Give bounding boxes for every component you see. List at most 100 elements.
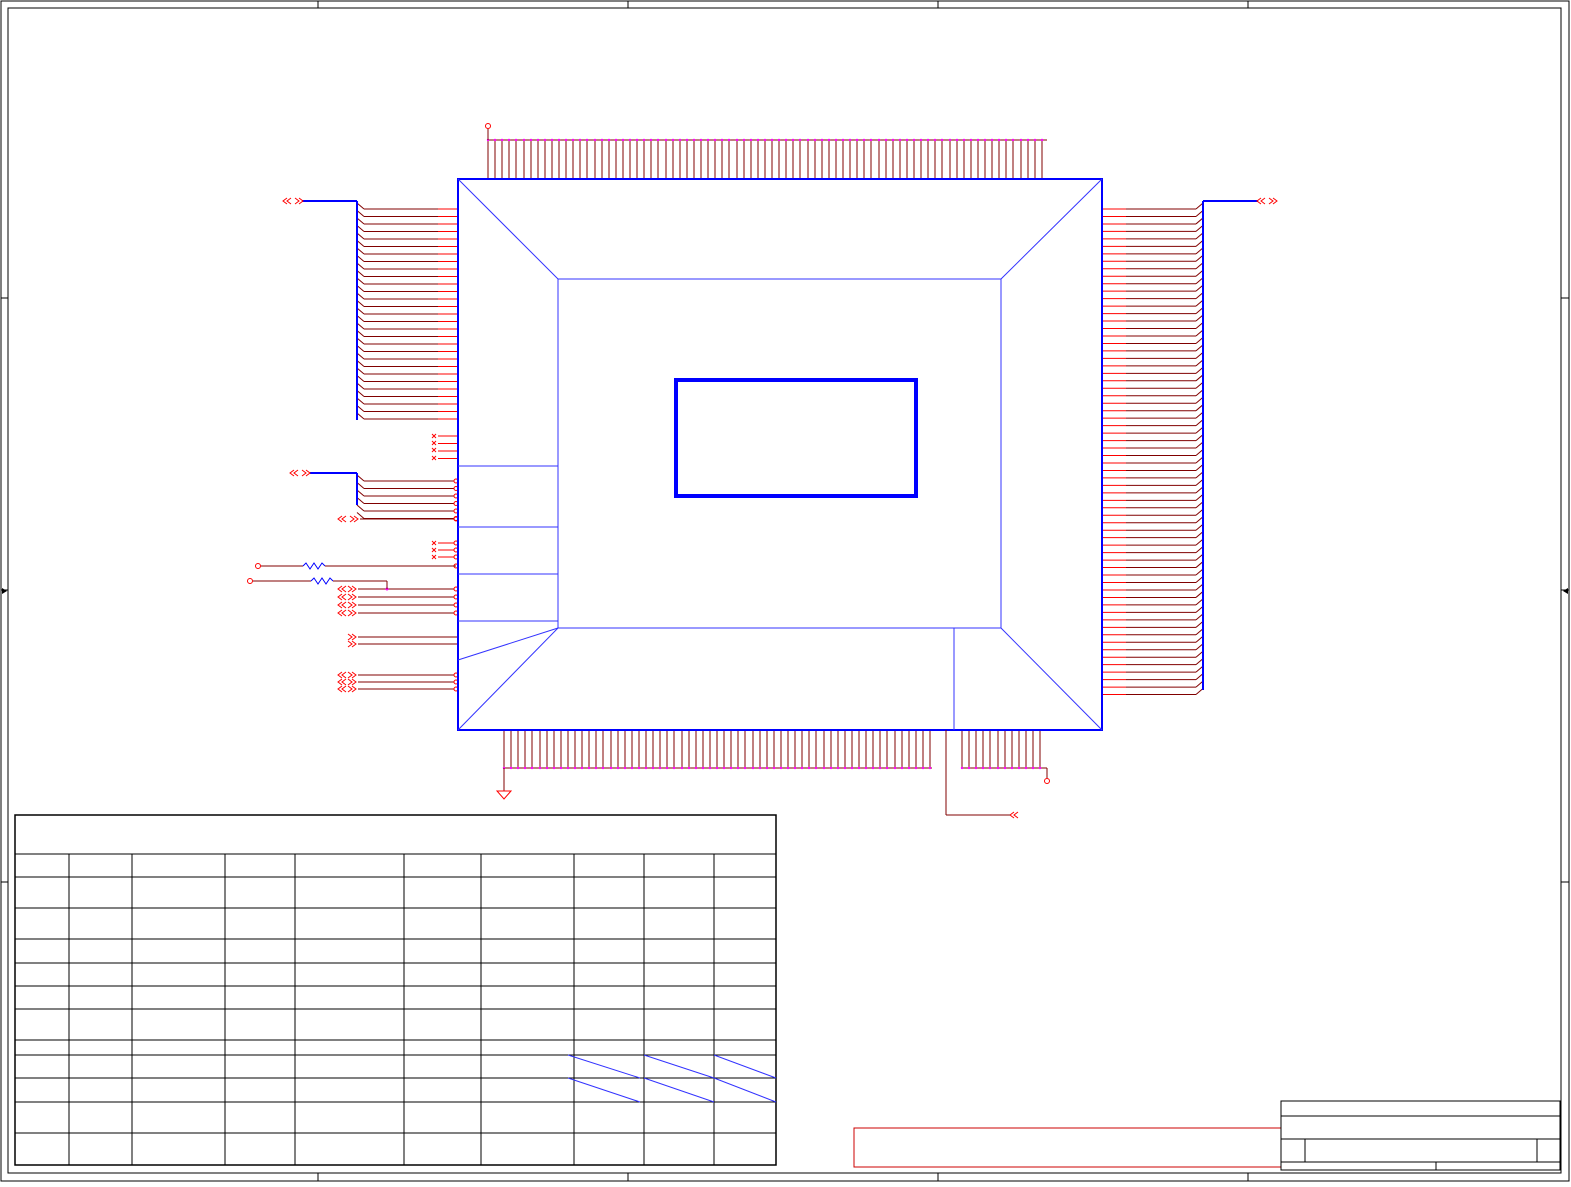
- bus-entry: [356, 330, 365, 337]
- pin-dot: [600, 138, 604, 142]
- bus-entry: [1195, 643, 1204, 651]
- bus-entry: [356, 474, 365, 482]
- power-port-bottom: [1044, 768, 1050, 784]
- top-pin-row: [486, 138, 1047, 179]
- bus-entry: [356, 262, 365, 270]
- bus-entry: [356, 489, 365, 497]
- pin-dot: [850, 766, 854, 770]
- pin-dot: [649, 138, 653, 142]
- note-box: [853, 1127, 1282, 1168]
- pin-dot: [996, 766, 1000, 770]
- bus-entry: [356, 210, 365, 217]
- offpage-connector-bottom: [1009, 811, 1019, 819]
- bus-entry: [1195, 322, 1204, 329]
- pin-dot: [736, 766, 740, 770]
- bus-entry: [1195, 591, 1204, 598]
- bus-entry: [356, 504, 365, 512]
- bus-entry: [356, 345, 365, 352]
- bus-entry: [356, 277, 365, 285]
- bottom-offpage-net: [945, 730, 1010, 816]
- pin-dot: [770, 138, 774, 142]
- pin-dot: [727, 138, 731, 142]
- pin-dot: [749, 138, 753, 142]
- schematic-sheet: [0, 0, 1571, 1183]
- bus-entry: [1195, 613, 1204, 621]
- offpage-connector: [337, 585, 347, 593]
- pin-dot: [538, 766, 542, 770]
- pin-dot: [843, 766, 847, 770]
- pin-dot: [813, 138, 817, 142]
- pin-dot: [969, 138, 973, 142]
- pin-dot: [656, 138, 660, 142]
- bus-entry: [1195, 568, 1204, 576]
- offpage-connector-right-bus: [1256, 197, 1278, 205]
- pin-dot: [680, 766, 684, 770]
- pin-dot: [1024, 766, 1028, 770]
- pin-dot: [798, 138, 802, 142]
- pin-dot: [685, 138, 689, 142]
- pin-dot: [687, 766, 691, 770]
- bus-entry: [1195, 576, 1204, 583]
- bus-entry: [1195, 307, 1204, 314]
- pin-dot: [664, 138, 668, 142]
- bus-entry: [1195, 479, 1204, 486]
- pin-dot: [988, 766, 992, 770]
- cell-strike: [713, 1077, 777, 1103]
- pin-dot: [516, 766, 520, 770]
- pin-dot: [960, 766, 964, 770]
- bus-entry: [1195, 434, 1204, 441]
- pin-dot: [500, 138, 504, 142]
- bus-entry: [1195, 374, 1204, 382]
- pin-dot: [983, 138, 987, 142]
- pin-dot: [1003, 766, 1007, 770]
- pin-dot: [1004, 138, 1008, 142]
- bus-entry: [356, 337, 365, 345]
- pin-dot: [658, 766, 662, 770]
- pin-dot: [751, 766, 755, 770]
- bus-entry: [1195, 366, 1204, 374]
- pin-dot: [720, 138, 724, 142]
- pin-dot: [891, 138, 895, 142]
- bus-entry: [1195, 620, 1204, 628]
- pin-dot: [1038, 766, 1042, 770]
- pin-dot: [543, 138, 547, 142]
- bus-entry: [356, 482, 365, 489]
- double-chevron-icon: [337, 678, 347, 686]
- bus-entry: [1195, 583, 1204, 591]
- bus-entry: [356, 232, 365, 240]
- cell-strike: [643, 1077, 715, 1103]
- pin-dot: [822, 766, 826, 770]
- bus-entry: [356, 382, 365, 390]
- pin-dot: [616, 766, 620, 770]
- double-chevron-icon: [347, 671, 357, 679]
- revision-table: [14, 814, 777, 1166]
- bus-entry: [1195, 606, 1204, 613]
- bus-entry: [1195, 553, 1204, 561]
- bus-entry: [1195, 635, 1204, 643]
- pin-dot: [665, 766, 669, 770]
- x-mark-icon: [431, 440, 437, 446]
- pin-dot: [974, 766, 978, 770]
- pin-dot: [962, 138, 966, 142]
- pin-dot: [836, 766, 840, 770]
- pin-dot: [692, 138, 696, 142]
- bus-entry: [1195, 396, 1204, 404]
- pin-dot: [536, 138, 540, 142]
- pin-dot: [1017, 766, 1021, 770]
- pin-dot: [926, 138, 930, 142]
- bus-entry: [356, 375, 365, 382]
- bus-entry: [1195, 665, 1204, 673]
- double-chevron-icon: [337, 593, 347, 601]
- bus-entry: [1195, 299, 1204, 307]
- pin-dot: [848, 138, 852, 142]
- pin-dot: [885, 766, 889, 770]
- bus-entry: [356, 405, 365, 412]
- pin-dot: [921, 766, 925, 770]
- title-block: [1280, 1100, 1561, 1171]
- bus-entry: [356, 497, 365, 504]
- double-chevron-icon: [347, 593, 357, 601]
- pin-dot: [701, 766, 705, 770]
- bus-entry: [1195, 419, 1204, 427]
- zone-arrow-icon: [2, 588, 1568, 594]
- bus-entry: [1195, 658, 1204, 666]
